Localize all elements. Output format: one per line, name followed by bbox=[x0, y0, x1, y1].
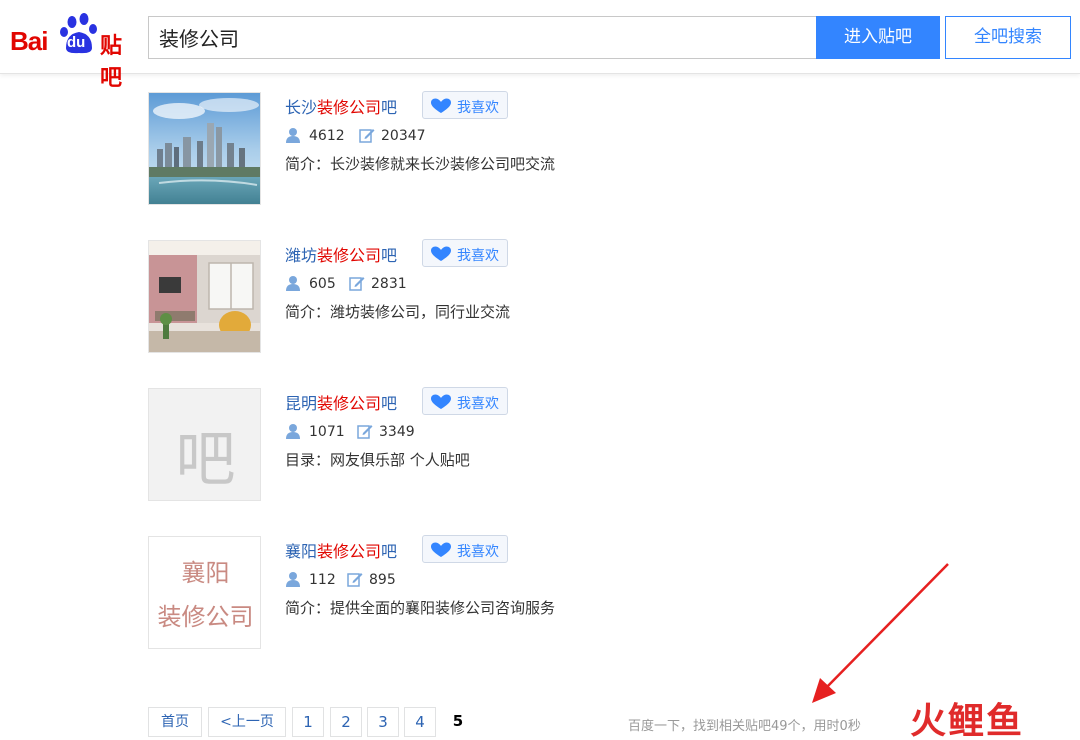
tieba-title-link[interactable]: 昆明装修公司吧 bbox=[285, 390, 397, 414]
tieba-description: 简介：提供全面的襄阳装修公司咨询服务 bbox=[285, 599, 556, 617]
tieba-thumbnail[interactable]: 吧 bbox=[148, 388, 261, 501]
heart-icon bbox=[431, 394, 451, 409]
member-count: 112 bbox=[309, 572, 336, 588]
post-count: 2831 bbox=[371, 276, 407, 292]
heart-icon bbox=[431, 542, 451, 557]
like-label: 我喜欢 bbox=[457, 396, 499, 412]
annotation-arrow-icon bbox=[812, 563, 949, 703]
thumbnail-line-1: 襄阳 bbox=[181, 559, 230, 587]
post-edit-icon bbox=[349, 277, 365, 291]
like-label: 我喜欢 bbox=[457, 248, 499, 264]
post-count: 3349 bbox=[379, 424, 415, 440]
post-edit-icon bbox=[357, 425, 373, 439]
user-icon bbox=[286, 572, 300, 587]
member-count: 1071 bbox=[309, 424, 345, 440]
tieba-thumbnail[interactable]: 襄阳 装修公司 bbox=[148, 536, 261, 649]
thumbnail-placeholder-text: 吧 bbox=[175, 425, 236, 495]
result-summary: 百度一下，找到相关贴吧49个，用时0秒 bbox=[628, 719, 861, 734]
tieba-description: 简介：长沙装修就来长沙装修公司吧交流 bbox=[285, 155, 556, 173]
list-item: 襄阳 装修公司 襄阳装修公司吧 我喜欢 112 895 简介：提供全面的襄阳装修… bbox=[148, 535, 748, 652]
like-button[interactable]: 我喜欢 bbox=[422, 239, 508, 267]
list-item: 长沙装修公司吧 我喜欢 4612 20347 简介：长沙装修就来长沙装修公司吧交… bbox=[148, 91, 748, 208]
baidu-tieba-logo[interactable]: Bai du 贴吧 bbox=[10, 12, 138, 91]
post-count: 895 bbox=[369, 572, 396, 588]
thumbnail-line-2: 装修公司 bbox=[157, 603, 254, 631]
tieba-title-link[interactable]: 潍坊装修公司吧 bbox=[285, 242, 397, 266]
tieba-directory: 目录：网友俱乐部 个人贴吧 bbox=[285, 451, 470, 469]
enter-tieba-button[interactable]: 进入贴吧 bbox=[816, 16, 940, 59]
logo-bai-text: Bai bbox=[10, 26, 48, 56]
tieba-description: 简介：潍坊装修公司，同行业交流 bbox=[285, 303, 511, 321]
search-all-button[interactable]: 全吧搜索 bbox=[945, 16, 1071, 59]
member-count: 605 bbox=[309, 276, 336, 292]
watermark-logo: 火鲤鱼 bbox=[910, 701, 1025, 740]
heart-icon bbox=[431, 98, 451, 113]
first-page-link[interactable]: 首页 bbox=[148, 707, 202, 737]
page-link-3[interactable]: 3 bbox=[367, 707, 399, 737]
post-edit-icon bbox=[347, 573, 363, 587]
search-input[interactable] bbox=[148, 16, 816, 59]
post-edit-icon bbox=[359, 129, 375, 143]
user-icon bbox=[286, 276, 300, 291]
user-icon bbox=[286, 424, 300, 439]
page-link-4[interactable]: 4 bbox=[404, 707, 436, 737]
like-button[interactable]: 我喜欢 bbox=[422, 91, 508, 119]
top-header: Bai du 贴吧 进入贴吧 全吧搜索 bbox=[0, 0, 1080, 91]
tieba-thumbnail[interactable] bbox=[148, 240, 261, 353]
interior-room-image bbox=[149, 241, 260, 352]
like-label: 我喜欢 bbox=[457, 100, 499, 116]
logo-du-text: du bbox=[67, 34, 86, 51]
heart-icon bbox=[431, 246, 451, 261]
user-icon bbox=[286, 128, 300, 143]
list-item: 吧 昆明装修公司吧 我喜欢 1071 3349 目录：网友俱乐部 个人贴吧 bbox=[148, 387, 748, 504]
tieba-title-link[interactable]: 长沙装修公司吧 bbox=[285, 94, 397, 118]
like-button[interactable]: 我喜欢 bbox=[422, 387, 508, 415]
like-button[interactable]: 我喜欢 bbox=[422, 535, 508, 563]
prev-page-link[interactable]: <上一页 bbox=[208, 707, 286, 737]
like-label: 我喜欢 bbox=[457, 544, 499, 560]
member-count: 4612 bbox=[309, 128, 345, 144]
logo-tieba-text: 贴吧 bbox=[100, 34, 122, 91]
list-item: 潍坊装修公司吧 我喜欢 605 2831 简介：潍坊装修公司，同行业交流 bbox=[148, 239, 748, 356]
post-count: 20347 bbox=[381, 128, 426, 144]
current-page: 5 bbox=[442, 707, 474, 737]
tieba-thumbnail[interactable] bbox=[148, 92, 261, 205]
tieba-title-link[interactable]: 襄阳装修公司吧 bbox=[285, 538, 397, 562]
city-skyline-image bbox=[149, 93, 260, 204]
page-link-2[interactable]: 2 bbox=[330, 707, 362, 737]
page-link-1[interactable]: 1 bbox=[292, 707, 324, 737]
